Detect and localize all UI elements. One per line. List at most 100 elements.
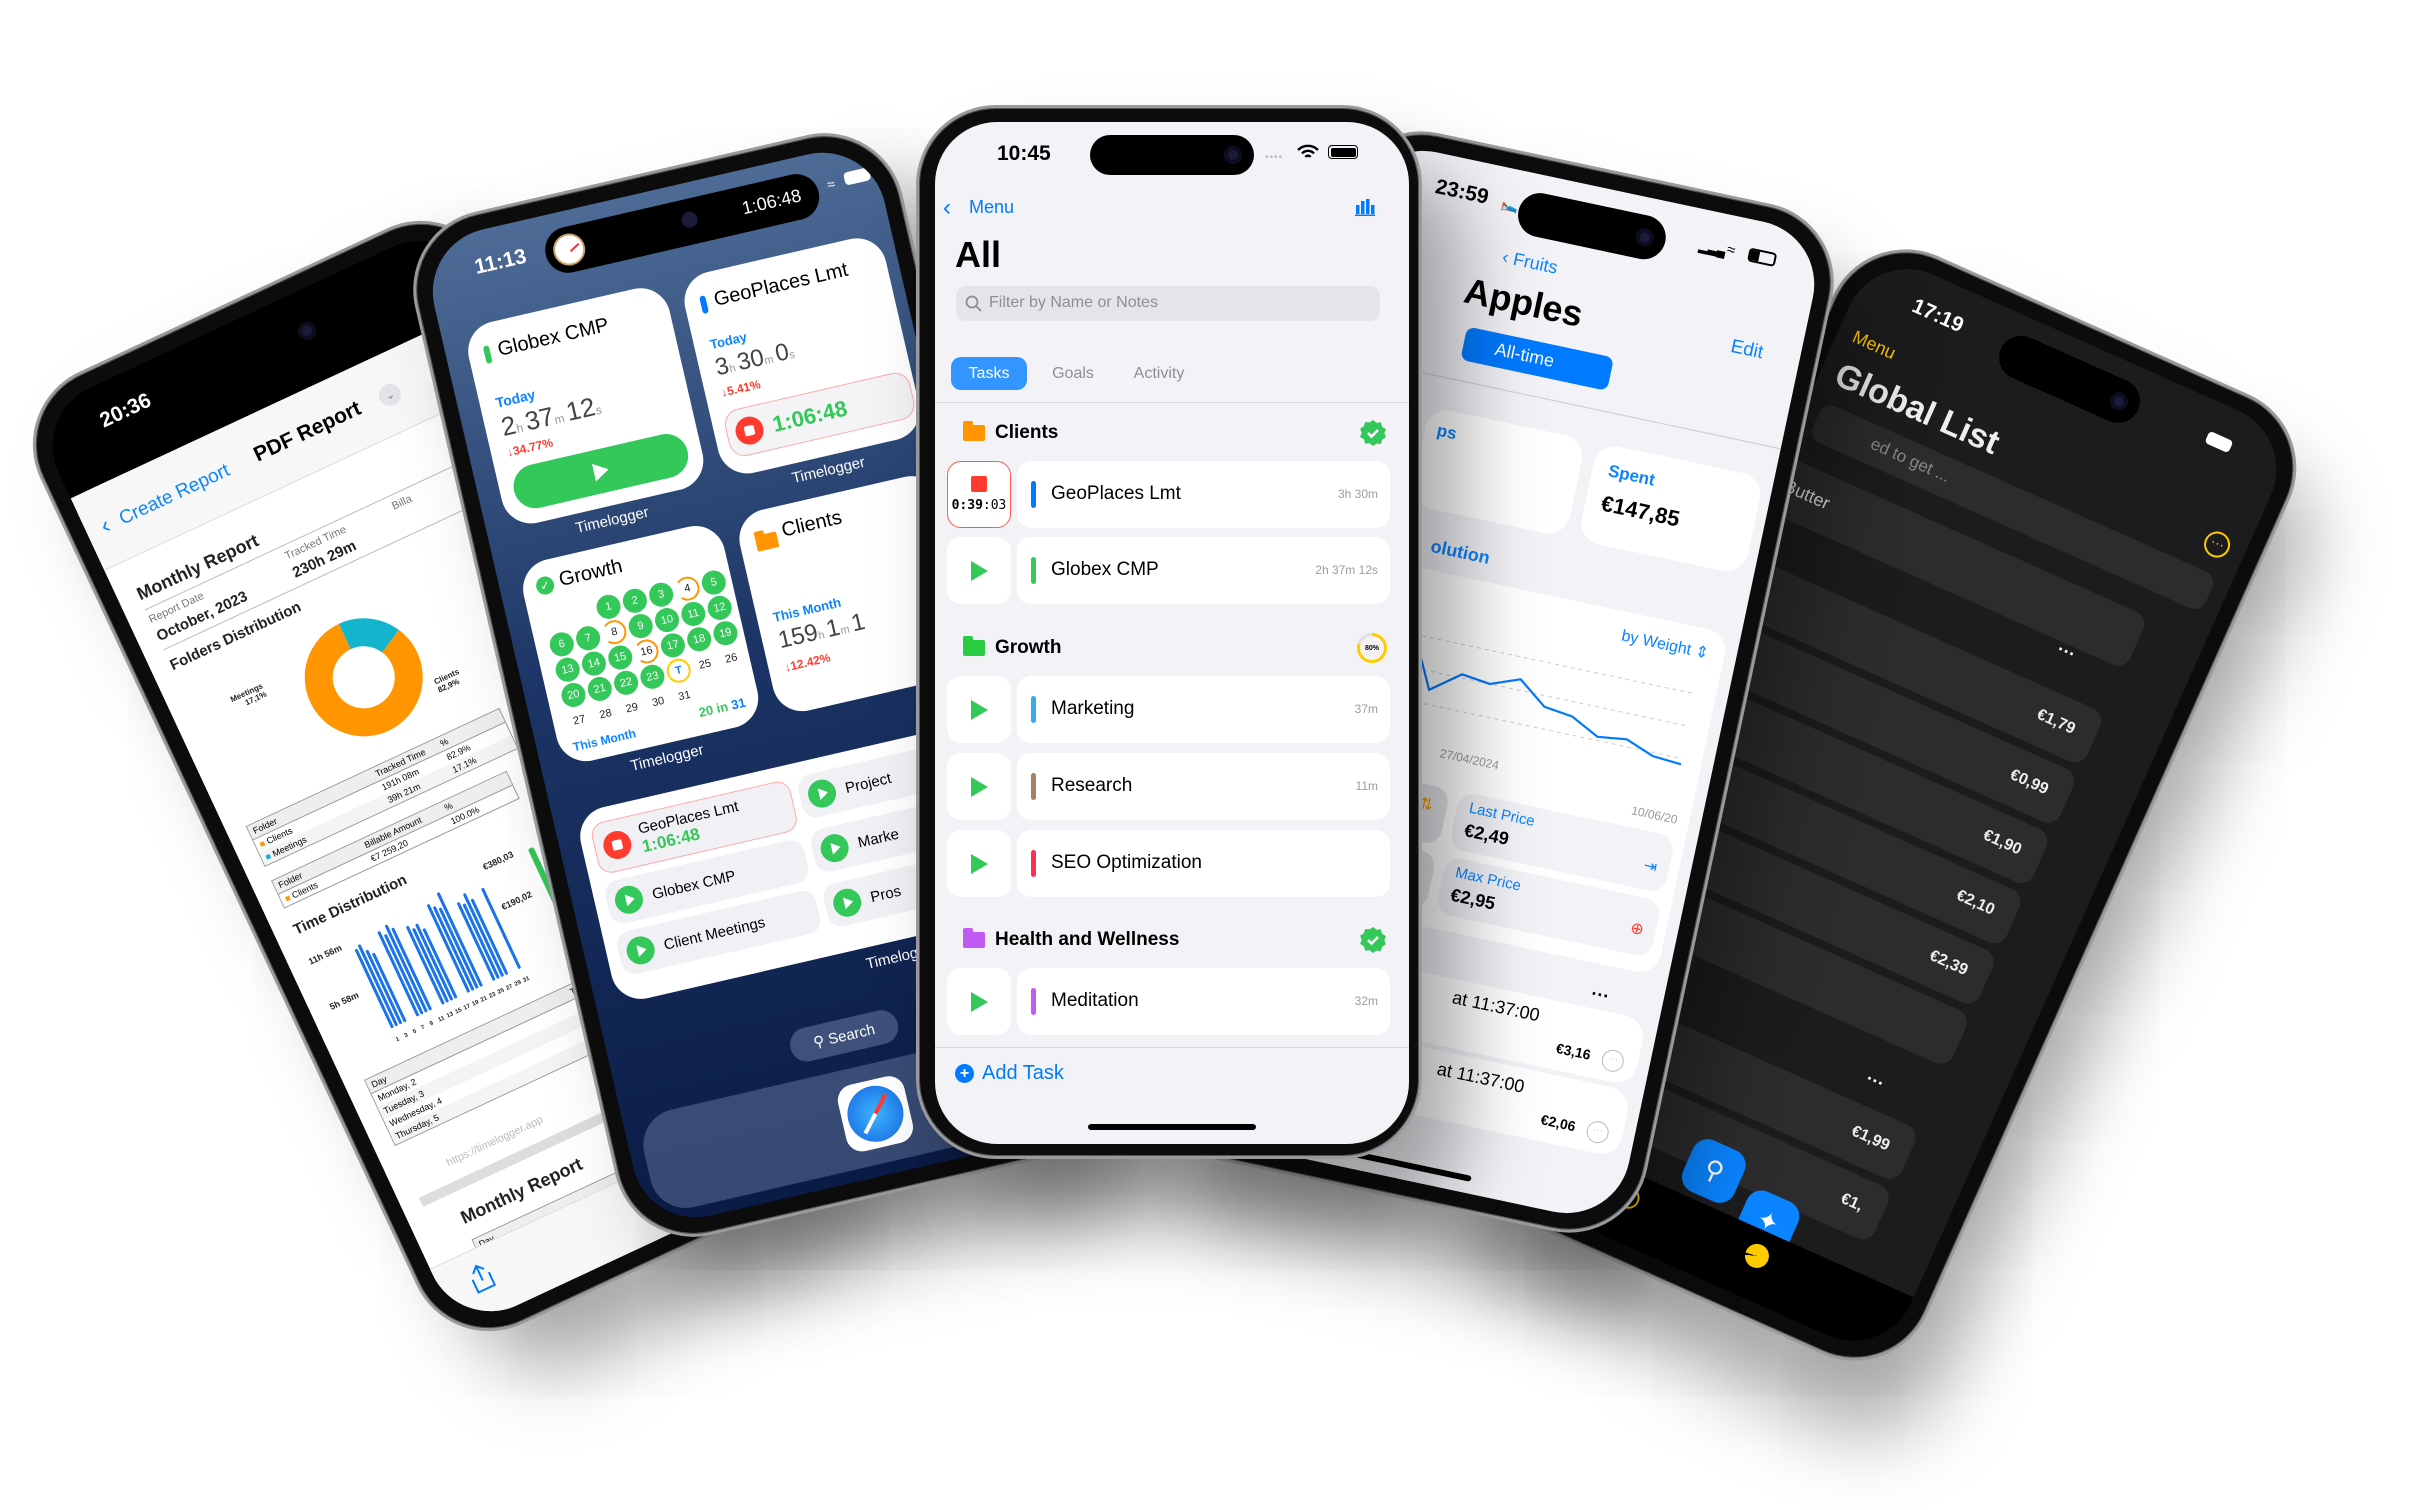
- section-title: Growth: [995, 637, 1062, 658]
- widget-globex-cmp[interactable]: Globex CMP Today 2h 37m 12s ↓34.77%: [462, 282, 710, 530]
- x-tick-label: 31: [522, 975, 531, 984]
- verified-badge-icon: [1360, 927, 1386, 953]
- dynamic-island: [1992, 328, 2148, 430]
- calendar-day: 1: [594, 592, 623, 622]
- status-time: 10:45: [997, 142, 1051, 165]
- signal-icon: ▂▃▄: [1697, 239, 1727, 259]
- play-icon: [612, 882, 646, 917]
- search-field[interactable]: Filter by Name or Notes: [956, 286, 1380, 321]
- calendar-day: 9: [626, 611, 656, 641]
- task-row-meditation[interactable]: Meditation 32m: [1017, 968, 1390, 1035]
- start-timer-button[interactable]: [947, 676, 1011, 743]
- safari-app-icon[interactable]: [834, 1073, 917, 1155]
- calendar-day: T: [664, 656, 694, 686]
- back-chevron-icon[interactable]: ‹: [943, 194, 951, 222]
- calendar-day: 17: [658, 630, 688, 660]
- arrow-to-line-icon: ⇥: [1641, 857, 1659, 877]
- dynamic-island: [1513, 189, 1670, 264]
- item-price: €2,39: [1926, 947, 1971, 979]
- tasks-screen: 10:45 •••• ‹ Menu All Filter by Name or …: [935, 122, 1409, 1144]
- start-timer-button[interactable]: [947, 830, 1011, 897]
- task-color-bar: [699, 295, 709, 315]
- add-task-button[interactable]: + Add Task: [955, 1062, 1064, 1085]
- start-timer-button[interactable]: [947, 753, 1011, 820]
- item-price: €1,: [1838, 1190, 1866, 1215]
- task-name: SEO Optimization: [1051, 852, 1202, 873]
- more-circle-icon[interactable]: ···: [1599, 1047, 1626, 1074]
- section-header-health-and-wellness[interactable]: Health and Wellness: [951, 925, 1393, 955]
- card-label: ps: [1435, 420, 1459, 444]
- goal-progress-label: 80%: [1360, 636, 1384, 660]
- task-row-research[interactable]: Research 11m: [1017, 753, 1390, 820]
- share-icon[interactable]: [463, 1259, 499, 1297]
- play-icon: [970, 560, 988, 581]
- more-circle-icon[interactable]: ···: [1584, 1119, 1611, 1146]
- section-title: Health and Wellness: [995, 929, 1180, 950]
- play-icon: [830, 885, 865, 920]
- tab-tasks[interactable]: Tasks: [951, 357, 1027, 390]
- spotlight-search-button[interactable]: ⚲ Search: [786, 1006, 902, 1065]
- task-color-bar: [1031, 696, 1036, 723]
- statistics-chart-icon[interactable]: [1355, 198, 1375, 216]
- back-chevron-icon[interactable]: ‹: [96, 512, 115, 541]
- time-bar: [433, 906, 475, 991]
- play-icon: [805, 776, 839, 811]
- menu-back-button[interactable]: Menu: [969, 197, 1014, 218]
- spent-label: Spent: [1606, 461, 1657, 490]
- more-options-icon[interactable]: ···: [2199, 527, 2235, 562]
- chart-date-end: 10/06/20: [1630, 803, 1679, 827]
- folder-icon: [963, 636, 985, 656]
- y-tick-mid: 5h 58m: [328, 989, 361, 1012]
- task-name: Marke: [856, 825, 901, 852]
- running-timer: 0:39:03: [951, 498, 1007, 513]
- period-selector[interactable]: All-time: [1460, 326, 1615, 391]
- edit-button[interactable]: Edit: [1729, 336, 1765, 364]
- task-row-geoplaces-lmt[interactable]: GeoPlaces Lmt 3h 30m: [1017, 461, 1390, 528]
- dynamic-island: [1090, 135, 1254, 175]
- live-activity-timer: 1:06:48: [740, 185, 804, 219]
- task-color-bar: [1031, 773, 1036, 800]
- calendar-blank: [542, 605, 571, 634]
- calendar-day: 14: [579, 649, 609, 678]
- search-icon: [965, 295, 982, 312]
- widget-geoplaces-lmt[interactable]: GeoPlaces Lmt Today 3h 30m 0s ↓5.41% 1:0…: [678, 232, 926, 480]
- search-placeholder: Filter by Name or Notes: [989, 294, 1158, 311]
- section-more-icon[interactable]: ···: [1863, 1068, 1888, 1094]
- calendar-day: 16: [632, 637, 661, 666]
- clock-icon: [549, 230, 589, 269]
- entries-more-icon[interactable]: ···: [1589, 983, 1611, 1007]
- task-row-marketing[interactable]: Marketing 37m: [1017, 676, 1390, 743]
- task-row-globex-cmp[interactable]: Globex CMP 2h 37m 12s: [1017, 537, 1390, 604]
- start-timer-button[interactable]: [947, 537, 1011, 604]
- calendar-day: 12: [705, 593, 735, 623]
- item-price: €1,99: [1848, 1122, 1893, 1155]
- calendar-day: 25: [697, 657, 713, 672]
- footer-url[interactable]: https://timelogger.app: [445, 1114, 545, 1169]
- time-bar: [358, 944, 398, 1027]
- stop-icon: [732, 413, 767, 448]
- stats-pie-tab-icon[interactable]: [1741, 1240, 1773, 1272]
- calendar-day: 27: [572, 713, 587, 728]
- money-tick-mid: €190,02: [499, 889, 534, 913]
- stop-timer-button[interactable]: 0:39:03: [947, 461, 1011, 528]
- tab-activity[interactable]: Activity: [1121, 357, 1197, 390]
- calendar-day: 3: [646, 580, 676, 610]
- calendar-day: 8: [600, 617, 629, 647]
- section-header-growth[interactable]: Growth 80%: [951, 633, 1393, 663]
- max-price-value: €2,95: [1448, 884, 1498, 914]
- section-header-clients[interactable]: Clients: [951, 418, 1393, 448]
- section-title: Clients: [995, 422, 1059, 443]
- widget-growth-calendar[interactable]: ✓ Growth 1 2 3 4 5 6 7 8 9 10 11 12 13 14 15 16 17 18 19 20…: [517, 520, 765, 768]
- calendar-day: 28: [598, 707, 613, 722]
- stop-icon: [971, 476, 987, 492]
- tab-goals[interactable]: Goals: [1043, 357, 1103, 390]
- task-row-seo-optimization[interactable]: SEO Optimization: [1017, 830, 1390, 897]
- fruits-back-button[interactable]: ‹ Fruits: [1500, 247, 1560, 279]
- menu-back-button[interactable]: Menu: [1849, 327, 1899, 365]
- calendar-day: 5: [699, 568, 729, 597]
- task-name: Meditation: [1051, 990, 1139, 1011]
- create-report-back-button[interactable]: Create Report: [116, 460, 233, 530]
- play-icon: [591, 460, 611, 482]
- start-timer-button[interactable]: [947, 968, 1011, 1035]
- title-menu-chevron-icon[interactable]: ⌄: [375, 380, 405, 410]
